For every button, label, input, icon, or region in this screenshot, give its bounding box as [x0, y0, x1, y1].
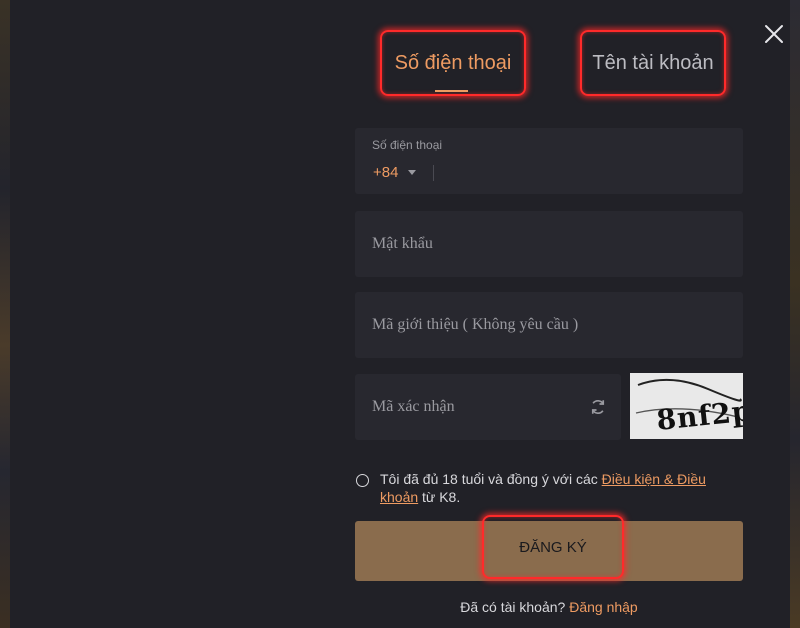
country-code-select[interactable]: +84 [373, 164, 398, 181]
login-prompt-text: Đã có tài khoản? [460, 599, 570, 615]
password-field[interactable]: Mật khẩu [355, 211, 743, 277]
login-link[interactable]: Đăng nhập [569, 599, 638, 615]
phone-field[interactable]: Số điện thoại +84 [355, 128, 743, 194]
consent-text-before: Tôi đã đủ 18 tuổi và đồng ý với các [380, 471, 602, 487]
background-right [790, 0, 800, 628]
referral-code-placeholder: Mã giới thiệu ( Không yêu cầu ) [372, 316, 579, 333]
register-button-label-box[interactable]: ĐĂNG KÝ [482, 515, 624, 579]
active-tab-indicator [435, 90, 468, 92]
tab-phone-number[interactable]: Số điện thoại [380, 30, 526, 96]
captcha-text: 8nf2p [655, 394, 743, 437]
register-modal: Số điện thoại Tên tài khoản Số điện thoạ… [10, 0, 790, 628]
consent-text: Tôi đã đủ 18 tuổi và đồng ý với các Điều… [380, 470, 745, 506]
captcha-field[interactable]: Mã xác nhận [355, 374, 621, 440]
phone-divider [433, 165, 434, 181]
login-prompt: Đã có tài khoản? Đăng nhập [355, 599, 743, 615]
tab-username-label: Tên tài khoản [592, 51, 714, 74]
refresh-icon[interactable] [589, 398, 607, 416]
referral-code-field[interactable]: Mã giới thiệu ( Không yêu cầu ) [355, 292, 743, 358]
password-placeholder: Mật khẩu [372, 235, 433, 252]
tab-username[interactable]: Tên tài khoản [580, 30, 726, 96]
caret-down-icon[interactable] [408, 170, 416, 175]
phone-field-label: Số điện thoại [372, 138, 443, 152]
consent-radio[interactable] [356, 474, 369, 487]
tab-phone-number-label: Số điện thoại [394, 51, 512, 74]
background-left [0, 0, 10, 628]
close-icon[interactable] [762, 22, 786, 46]
register-button-label: ĐĂNG KÝ [519, 538, 587, 556]
consent-text-after: từ K8. [418, 489, 461, 505]
captcha-image[interactable]: 8nf2p [630, 373, 743, 439]
captcha-placeholder: Mã xác nhận [372, 398, 455, 415]
